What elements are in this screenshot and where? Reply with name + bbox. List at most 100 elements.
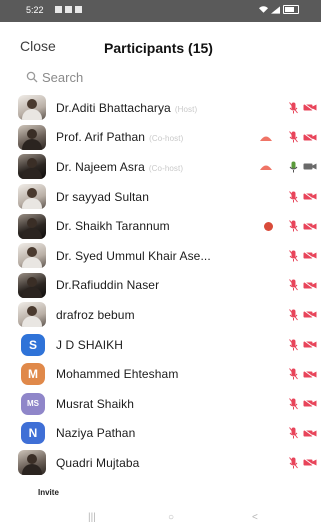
participant-role-tag: (Co-host) — [149, 134, 184, 144]
raised-hand-icon — [260, 136, 272, 141]
invite-button[interactable]: Invite — [38, 488, 59, 497]
mic-muted-icon[interactable] — [289, 457, 298, 469]
mic-muted-icon[interactable] — [289, 131, 298, 143]
participant-name-text: Dr.Aditi Bhattacharya — [56, 100, 171, 115]
avatar: N — [21, 422, 45, 445]
participant-row[interactable]: Dr.Aditi Bhattacharya (Host) — [0, 93, 321, 123]
status-bar: 5:22 — [0, 0, 321, 22]
participant-status-icons — [289, 220, 317, 232]
avatar — [18, 184, 46, 210]
mic-on-icon[interactable] — [289, 161, 298, 173]
video-off-icon[interactable] — [303, 251, 317, 261]
avatar — [18, 124, 46, 150]
android-nav-bar: ||| ○ < — [0, 510, 321, 525]
mic-muted-icon[interactable] — [289, 249, 298, 262]
participant-name: Dr. Najeem Asra (Co-host) — [56, 160, 183, 174]
video-off-icon[interactable] — [303, 458, 317, 468]
participant-name: drafroz bebum — [56, 308, 135, 322]
mic-muted-icon[interactable] — [289, 397, 298, 410]
participant-name: Musrat Shaikh — [56, 397, 134, 411]
participant-name-text: J D SHAIKH — [56, 337, 124, 352]
mic-muted-icon[interactable] — [289, 279, 298, 291]
home-nav-icon[interactable]: ○ — [168, 512, 174, 523]
participant-name-text: Dr sayyad Sultan — [56, 189, 149, 204]
participant-name-text: Dr. Syed Ummul Khair Ase... — [56, 248, 211, 263]
participant-name-text: Prof. Arif Pathan — [56, 130, 146, 145]
video-off-icon[interactable] — [303, 340, 317, 349]
gallery-notification-icon — [55, 6, 62, 13]
avatar — [18, 302, 46, 328]
participant-row[interactable]: MS Musrat Shaikh — [0, 389, 321, 419]
video-off-icon[interactable] — [303, 103, 317, 113]
back-nav-icon[interactable]: < — [252, 512, 258, 523]
avatar: MS — [21, 392, 45, 415]
participant-row[interactable]: Dr.Rafiuddin Naser — [0, 271, 321, 301]
participant-status-icons — [289, 427, 317, 439]
participant-name-text: Naziya Pathan — [56, 426, 136, 441]
participants-header: Close Participants (15) — [0, 30, 321, 66]
participant-name: Dr sayyad Sultan — [56, 190, 149, 204]
participant-row[interactable]: S J D SHAIKH — [0, 330, 321, 360]
participant-name-text: Quadri Mujtaba — [56, 455, 140, 470]
mic-muted-icon[interactable] — [289, 190, 298, 203]
avatar: S — [21, 333, 45, 356]
participant-role-tag: (Co-host) — [148, 163, 184, 173]
recents-nav-icon[interactable]: ||| — [88, 512, 96, 523]
video-off-icon[interactable] — [303, 192, 317, 201]
video-off-icon[interactable] — [303, 132, 317, 142]
mic-muted-icon[interactable] — [289, 309, 298, 321]
status-time: 5:22 — [26, 5, 44, 15]
battery-icon — [283, 5, 299, 14]
participant-row[interactable]: Dr. Shaikh Tarannum — [0, 211, 321, 241]
search-bar[interactable] — [10, 64, 300, 90]
wifi-icon — [259, 5, 268, 13]
avatar — [18, 154, 46, 180]
mic-muted-icon[interactable] — [289, 220, 298, 232]
mic-muted-icon[interactable] — [289, 338, 298, 351]
participant-status-icons — [289, 368, 317, 380]
search-icon — [26, 71, 38, 83]
participant-status-icons — [289, 101, 317, 114]
mail-notification-icon — [75, 6, 82, 13]
participant-name: Prof. Arif Pathan (Co-host) — [56, 130, 183, 144]
participant-name: J D SHAIKH — [56, 338, 123, 352]
participant-row[interactable]: Prof. Arif Pathan (Co-host) — [0, 123, 321, 153]
participant-row[interactable]: N Naziya Pathan — [0, 419, 321, 449]
participant-row[interactable]: drafroz bebum — [0, 300, 321, 330]
settings-notification-icon — [65, 6, 72, 13]
participant-name-text: drafroz bebum — [56, 307, 135, 322]
avatar — [18, 95, 46, 121]
participant-name-text: Musrat Shaikh — [56, 396, 134, 411]
participant-status-icons — [289, 249, 317, 262]
video-off-icon[interactable] — [303, 399, 317, 409]
raised-hand-icon — [260, 165, 272, 171]
video-off-icon[interactable] — [303, 428, 317, 438]
participant-status-icons — [289, 397, 317, 410]
video-off-icon[interactable] — [303, 310, 317, 320]
participant-name: Naziya Pathan — [56, 426, 135, 440]
participant-row[interactable]: Dr. Syed Ummul Khair Ase... — [0, 241, 321, 271]
avatar — [18, 213, 46, 239]
participant-row[interactable]: Quadri Mujtaba — [0, 448, 321, 478]
mic-muted-icon[interactable] — [289, 101, 298, 114]
avatar: M — [21, 363, 45, 386]
video-off-icon[interactable] — [303, 221, 317, 231]
participant-row[interactable]: Dr. Najeem Asra (Co-host) — [0, 152, 321, 182]
mic-muted-icon[interactable] — [289, 368, 298, 380]
participant-status-icons — [289, 279, 317, 291]
video-off-icon[interactable] — [303, 280, 317, 290]
participant-row[interactable]: M Mohammed Ehtesham — [0, 359, 321, 389]
alert-badge-icon — [264, 221, 273, 231]
avatar — [18, 272, 46, 298]
video-off-icon[interactable] — [303, 369, 317, 379]
video-on-icon[interactable] — [303, 162, 317, 171]
close-button[interactable]: Close — [20, 38, 56, 54]
mic-muted-icon[interactable] — [289, 427, 298, 439]
participant-name: Quadri Mujtaba — [56, 456, 139, 470]
participant-status-icons — [289, 131, 317, 143]
participant-name: Dr. Shaikh Tarannum — [56, 219, 170, 233]
page-title: Participants (15) — [104, 40, 213, 56]
participant-row[interactable]: Dr sayyad Sultan — [0, 182, 321, 212]
participant-status-icons — [289, 338, 317, 351]
search-input[interactable] — [42, 69, 262, 85]
